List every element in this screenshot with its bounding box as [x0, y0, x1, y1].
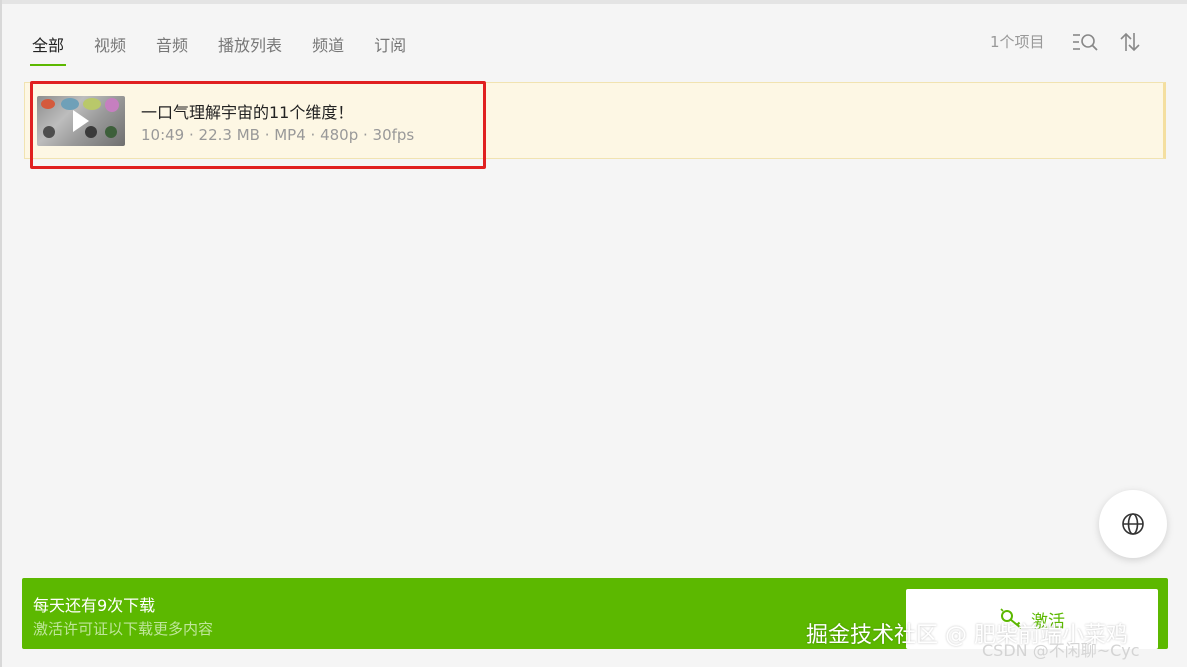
tab-channel[interactable]: 频道: [310, 24, 346, 64]
tab-audio[interactable]: 音频: [154, 24, 190, 64]
left-border: [0, 0, 2, 667]
video-thumbnail[interactable]: [37, 96, 125, 146]
list-search-icon[interactable]: [1071, 28, 1099, 56]
top-border: [0, 0, 1187, 4]
tab-playlist[interactable]: 播放列表: [216, 24, 284, 64]
globe-button[interactable]: [1099, 490, 1167, 558]
tab-video[interactable]: 视频: [92, 24, 128, 64]
sort-icon[interactable]: [1116, 28, 1144, 56]
tab-all[interactable]: 全部: [30, 24, 67, 66]
globe-icon: [1122, 513, 1144, 535]
quota-text: 每天还有9次下载: [33, 596, 156, 615]
item-title: 一口气理解宇宙的11个维度！: [141, 103, 354, 122]
list-item[interactable]: 一口气理解宇宙的11个维度！ 10:49 · 22.3 MB · MP4 · 4…: [24, 82, 1166, 159]
category-tabs: 全部 视频 音频 播放列表 频道 订阅: [30, 22, 434, 66]
item-count: 1个项目: [990, 33, 1045, 51]
item-meta: 10:49 · 22.3 MB · MP4 · 480p · 30fps: [141, 126, 415, 144]
license-hint: 激活许可证以下载更多内容: [33, 620, 214, 638]
tab-subscription[interactable]: 订阅: [372, 24, 408, 64]
watermark-csdn: CSDN @不闲聊~Cyc: [982, 641, 1140, 660]
play-icon[interactable]: [73, 110, 89, 132]
